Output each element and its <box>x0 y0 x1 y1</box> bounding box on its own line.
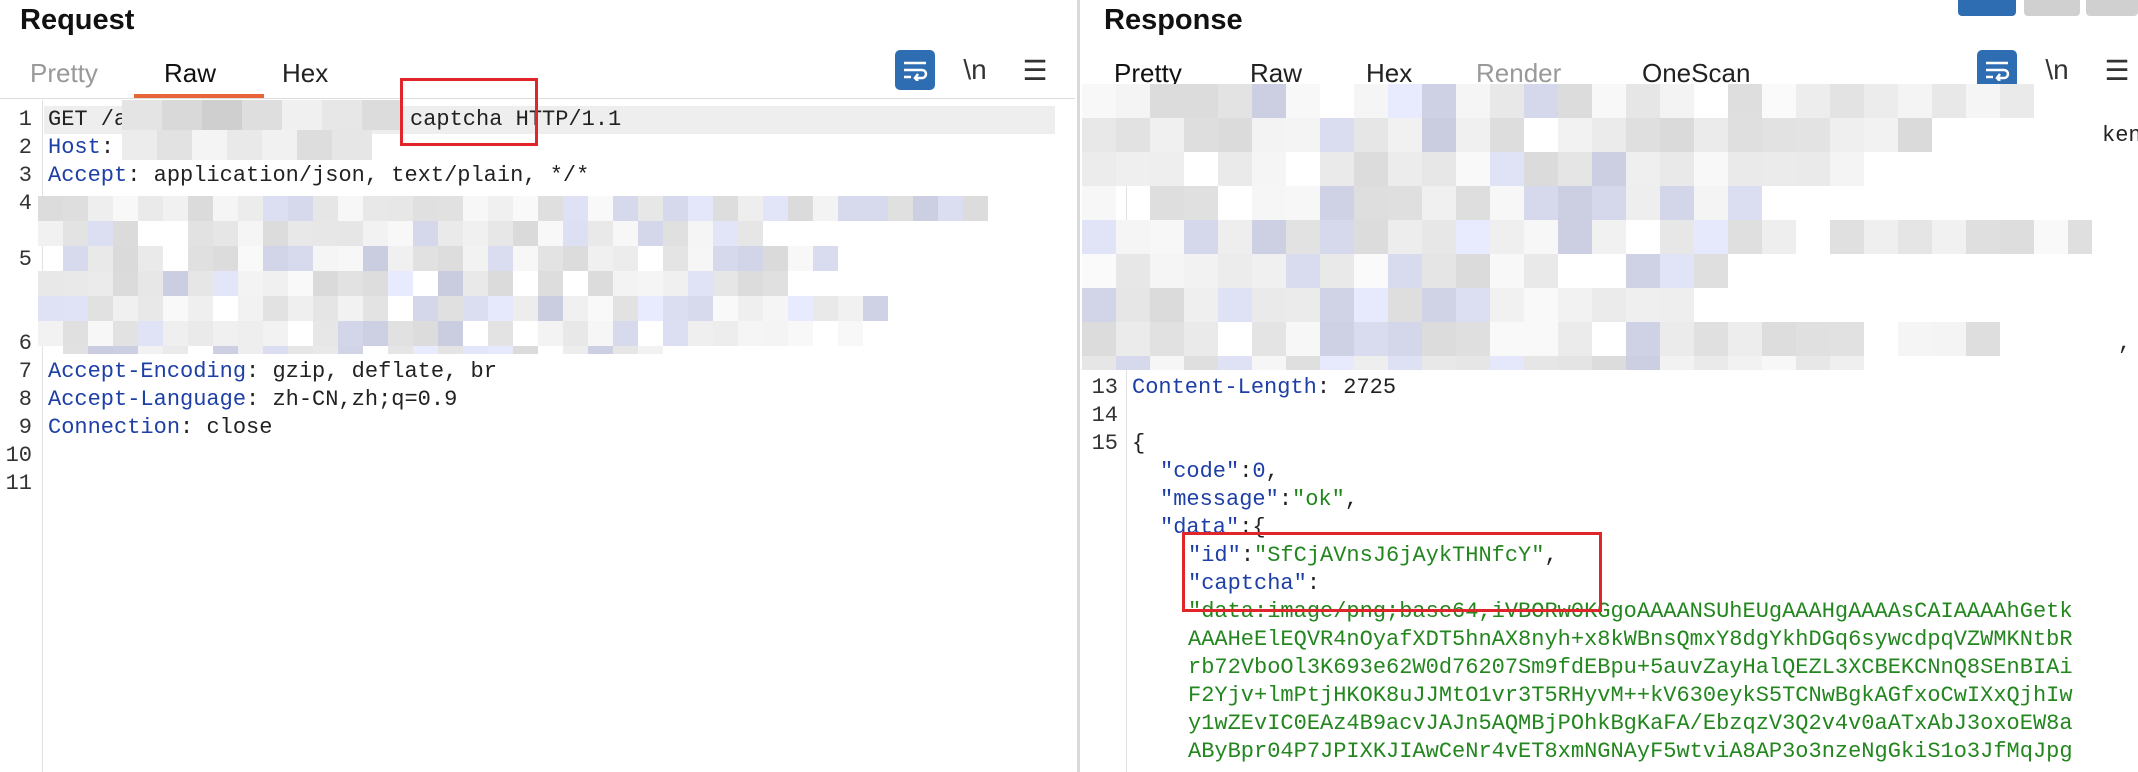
tab-raw[interactable]: Raw <box>164 58 216 89</box>
captcha-base64-line: rb72VboOl3K693e62W0d76207Sm9fdEBpu+5auvZ… <box>1188 655 2073 680</box>
response-editor[interactable]: 13 14 15 ken , Content-Length: 2725 { "c… <box>1082 84 2138 772</box>
tab-pretty[interactable]: Pretty <box>30 58 98 89</box>
newline-toggle-button[interactable]: \n <box>955 50 995 90</box>
line-number: 11 <box>5 471 32 496</box>
header-host: Host: <box>48 135 128 160</box>
line-number: 2 <box>18 135 32 160</box>
captcha-base64-line: AByBpr04P7JPIXKJIAwCeNr4vET8xmNGNAyF5wtv… <box>1188 739 2073 764</box>
request-editor[interactable]: 1 2 3 4 5 6 7 8 9 10 11 GET /a captcha H… <box>0 100 1075 772</box>
line-number: 4 <box>18 191 32 216</box>
response-pane: Response Pretty Raw Hex Render OneScan \… <box>1082 0 2138 772</box>
request-pane: Request Pretty Raw Hex \n ☰ 1 2 3 4 5 6 … <box>0 0 1075 772</box>
captcha-base64-line: F2Yjv+lmPtjHKOK8uJJMtO1vr3T5RHyvM++kV630… <box>1188 683 2073 708</box>
layout-horizontal-icon[interactable] <box>2024 0 2080 16</box>
line-number: 5 <box>18 247 32 272</box>
truncated-text: , <box>2118 331 2132 356</box>
tab-hex[interactable]: Hex <box>282 58 328 89</box>
header-accept-language: Accept-Language: zh-CN,zh;q=0.9 <box>48 387 458 412</box>
captcha-base64-line: y1wZEvIC0EAz4B9acvJAJn5AQMBjPOhkBgKaFA/E… <box>1188 711 2073 736</box>
header-content-length: Content-Length: 2725 <box>1132 375 1397 400</box>
line-number: 1 <box>18 107 32 132</box>
request-title: Request <box>20 4 135 36</box>
line-number: 8 <box>18 387 32 412</box>
request-line: GET /a <box>48 107 128 132</box>
highlight-box-captcha-id <box>1182 532 1602 612</box>
redacted-headers <box>38 196 1028 371</box>
json-brace: { <box>1132 431 1146 456</box>
highlight-box-captcha-path <box>400 78 538 146</box>
layout-tabs-icon[interactable] <box>2086 0 2138 16</box>
redacted-host <box>122 130 372 160</box>
line-number: 9 <box>18 415 32 440</box>
layout-split-icon[interactable] <box>1958 0 2016 16</box>
line-number: 3 <box>18 163 32 188</box>
line-number: 14 <box>1091 403 1118 428</box>
wrap-lines-icon <box>904 61 928 81</box>
pane-divider[interactable] <box>1077 0 1080 772</box>
wrap-lines-icon <box>1986 61 2010 81</box>
line-number: 15 <box>1091 431 1118 456</box>
json-message: "message":"ok", <box>1160 487 1359 512</box>
header-accept: Accept: application/json, text/plain, */… <box>48 163 590 188</box>
line-number: 13 <box>1091 375 1118 400</box>
truncated-text: ken <box>2102 123 2138 148</box>
captcha-base64-line: AAAHeElEQVR4nOyafXDT5hnAX8nyh+x8kWBnsQmx… <box>1188 627 2073 652</box>
redacted-response-headers <box>1082 84 2102 390</box>
header-accept-encoding: Accept-Encoding: gzip, deflate, br <box>48 359 497 384</box>
redacted-path <box>122 100 402 130</box>
wrap-lines-button[interactable] <box>895 50 935 90</box>
line-number: 6 <box>18 331 32 356</box>
menu-icon[interactable]: ☰ <box>1015 50 1055 90</box>
response-title: Response <box>1104 4 1243 36</box>
line-number: 10 <box>5 443 32 468</box>
menu-icon[interactable]: ☰ <box>2097 50 2137 90</box>
line-number: 7 <box>18 359 32 384</box>
header-connection: Connection: close <box>48 415 273 440</box>
json-code: "code":0, <box>1160 459 1279 484</box>
